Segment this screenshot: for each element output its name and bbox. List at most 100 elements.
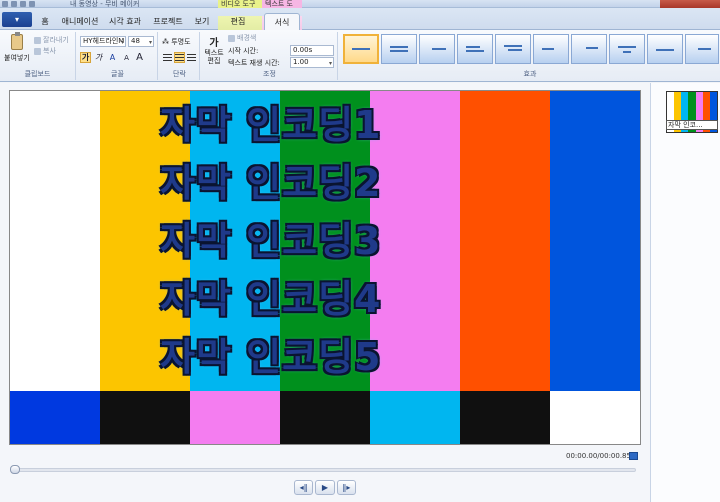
effect-option[interactable] — [647, 34, 683, 64]
caption-line: 자막 인코딩4 — [160, 277, 382, 321]
color-bar — [100, 391, 190, 444]
duration-label: 텍스트 재생 시간: — [228, 59, 280, 67]
effect-option[interactable] — [609, 34, 645, 64]
align-right-button[interactable] — [186, 52, 197, 63]
font-group-label: 글꼴 — [111, 70, 124, 78]
window-controls[interactable] — [660, 0, 720, 8]
align-right-icon — [187, 54, 196, 61]
tab-format[interactable]: 서식 — [264, 13, 300, 30]
tab-project[interactable]: 프로젝트 — [150, 13, 186, 30]
font-size-value: 48 — [131, 37, 140, 45]
effect-preview-icon — [352, 44, 370, 54]
effect-option[interactable] — [685, 34, 719, 64]
background-color-label: 배경색 — [237, 34, 257, 42]
effects-gallery: 효과 — [340, 32, 720, 80]
effect-option[interactable] — [419, 34, 455, 64]
color-bar — [190, 391, 280, 444]
grow-font-button[interactable]: A — [134, 52, 145, 63]
adjust-group-label: 조정 — [263, 70, 276, 78]
align-center-button[interactable] — [174, 52, 185, 63]
previous-frame-button[interactable]: ◂‖ — [294, 480, 314, 495]
color-bar — [10, 91, 100, 391]
video-preview[interactable]: 자막 인코딩1 자막 인코딩2 자막 인코딩3 자막 인코딩4 자막 인코딩5 — [9, 90, 641, 445]
tab-view[interactable]: 보기 — [192, 13, 212, 30]
save-icon[interactable] — [11, 1, 17, 7]
duration-field[interactable]: 1.00 ▾ — [290, 57, 334, 68]
paragraph-group-label: 단락 — [173, 70, 186, 78]
caption-line: 자막 인코딩3 — [160, 219, 382, 263]
start-time-label: 시작 시간: — [228, 47, 259, 55]
seek-thumb[interactable] — [10, 465, 20, 474]
align-center-icon — [175, 54, 184, 61]
italic-button[interactable]: 가 — [93, 52, 104, 63]
app-menu-icon[interactable] — [2, 1, 8, 7]
tab-animation[interactable]: 애니메이션 — [58, 13, 102, 30]
duration-value: 1.00 — [293, 58, 309, 66]
color-bars-bottom — [10, 391, 640, 444]
copy-button[interactable]: 복사 — [34, 46, 56, 56]
font-color-button[interactable]: A — [107, 52, 118, 63]
copy-icon — [34, 47, 41, 55]
clip-caption-overlay[interactable]: 자막 인코... — [666, 120, 718, 130]
tab-edit[interactable]: 편집 — [224, 13, 252, 30]
font-size-dropdown[interactable]: 48 ▾ — [128, 36, 154, 47]
effect-option[interactable] — [495, 34, 531, 64]
edit-text-button[interactable]: 가 텍스트 편집 — [204, 34, 224, 65]
clipboard-group-label: 클립보드 — [24, 70, 51, 78]
effect-preview-icon — [656, 44, 674, 54]
effect-option[interactable] — [533, 34, 569, 64]
fullscreen-icon[interactable] — [629, 452, 638, 460]
effect-preview-icon — [466, 44, 484, 54]
effect-preview-icon — [580, 44, 598, 54]
cut-button[interactable]: 잘라내기 — [34, 35, 69, 45]
effect-option[interactable] — [571, 34, 607, 64]
play-icon: ▶ — [321, 483, 329, 492]
effect-option[interactable] — [381, 34, 417, 64]
align-left-button[interactable] — [162, 52, 173, 63]
transparency-button[interactable]: ⁂ 투명도 — [162, 37, 191, 47]
effect-option[interactable] — [457, 34, 493, 64]
clipboard-group: 붙여넣기 잘라내기 복사 클립보드 — [0, 32, 76, 80]
seek-bar[interactable] — [12, 468, 636, 472]
font-name-dropdown[interactable]: HY헤드라인M ▾ — [80, 36, 126, 47]
transparency-icon: ⁂ — [162, 38, 169, 46]
color-bar — [10, 391, 100, 444]
effect-preview-icon — [693, 44, 711, 54]
effect-preview-icon — [504, 44, 522, 54]
bold-button[interactable]: 가 — [80, 52, 91, 63]
title-bar: 내 동영상 - 무비 메이커 비디오 도구 텍스트 도구 — [0, 0, 720, 16]
clipboard-icon — [10, 32, 23, 50]
caption-block[interactable]: 자막 인코딩1 자막 인코딩2 자막 인코딩3 자막 인코딩4 자막 인코딩5 — [160, 96, 500, 386]
font-group: HY헤드라인M ▾ 48 ▾ 가 가 A A A 글꼴 — [78, 32, 158, 80]
chevron-down-icon: ▾ — [148, 39, 152, 46]
file-menu-button[interactable]: ▾ — [2, 12, 32, 27]
tab-visual-effects[interactable]: 시각 효과 — [106, 13, 144, 30]
previous-frame-icon: ◂‖ — [299, 483, 308, 492]
undo-icon[interactable] — [20, 1, 26, 7]
caption-line: 자막 인코딩5 — [160, 335, 382, 379]
cut-label: 잘라내기 — [43, 36, 69, 44]
playback-controls: ◂‖ ▶ ‖▸ — [294, 480, 356, 495]
color-bar — [280, 391, 370, 444]
effect-preview-icon — [542, 44, 560, 54]
play-button[interactable]: ▶ — [315, 480, 335, 495]
paste-label: 붙여넣기 — [4, 54, 30, 62]
context-text-tools: 텍스트 도구 — [262, 0, 302, 16]
edit-text-label: 텍스트 편집 — [204, 49, 224, 65]
quick-access-toolbar — [2, 0, 35, 8]
chevron-down-icon: ▾ — [120, 39, 124, 46]
start-time-field[interactable]: 0.00s — [290, 45, 334, 56]
transparency-label: 투명도 — [171, 38, 191, 46]
tab-home[interactable]: 홈 — [38, 13, 52, 30]
caption-line: 자막 인코딩1 — [160, 103, 382, 147]
paste-button[interactable]: 붙여넣기 — [4, 32, 30, 63]
start-time-value: 0.00s — [293, 46, 313, 54]
scissors-icon — [34, 36, 41, 44]
next-frame-button[interactable]: ‖▸ — [336, 480, 356, 495]
effect-option[interactable] — [343, 34, 379, 64]
work-area: 자막 인코딩1 자막 인코딩2 자막 인코딩3 자막 인코딩4 자막 인코딩5 … — [0, 83, 720, 502]
redo-icon[interactable] — [29, 1, 35, 7]
paint-bucket-icon — [228, 34, 235, 42]
shrink-font-button[interactable]: A — [121, 52, 132, 63]
background-color-button[interactable]: 배경색 — [228, 33, 256, 43]
